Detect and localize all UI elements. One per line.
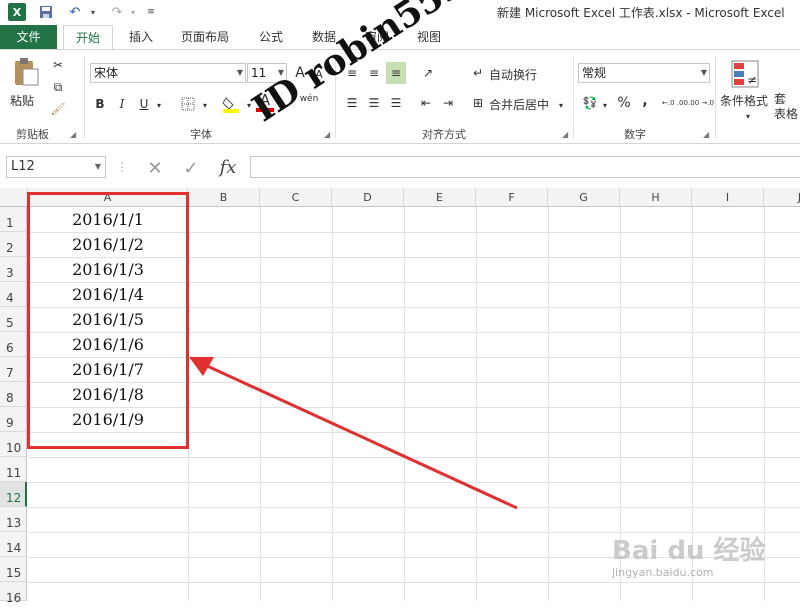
arrow-shaft <box>204 363 518 510</box>
annotation-arrow <box>189 357 518 510</box>
baidu-watermark-url: jingyan.baidu.com <box>612 566 714 579</box>
baidu-watermark: Bai du 经验 <box>612 536 766 566</box>
